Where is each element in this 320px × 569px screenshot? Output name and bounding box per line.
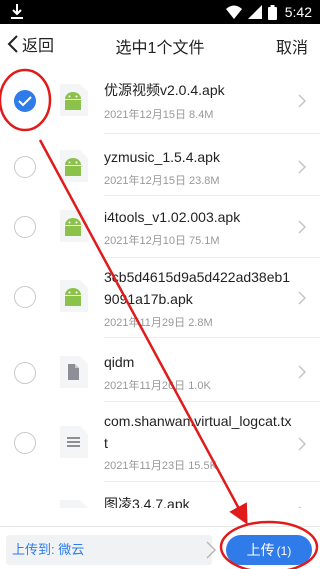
file-list: 优源视频v2.0.4.apk 2021年12月15日 8.4M yzmusic_… [0, 64, 320, 508]
file-size: 75.1M [189, 235, 220, 247]
list-item[interactable]: i4tools_v1.02.003.apk 2021年12月10日 75.1M [0, 196, 320, 258]
android-apk-icon [60, 210, 88, 242]
back-label: 返回 [22, 38, 55, 55]
android-apk-icon [60, 150, 88, 182]
file-size: 1.0K [188, 380, 211, 392]
file-date: 2021年11月29日 [104, 317, 186, 329]
file-date: 2021年12月15日 [104, 109, 186, 121]
checkbox-checked[interactable] [14, 90, 36, 112]
file-date: 2021年12月15日 [104, 175, 186, 187]
chevron-right-icon [206, 541, 217, 559]
file-name: com.shanwan.virtual_logcat.txt [104, 413, 292, 451]
wifi-icon [225, 5, 242, 19]
android-apk-icon [60, 500, 88, 508]
file-name: 优源视频v2.0.4.apk [104, 82, 225, 98]
status-time: 5:42 [284, 4, 312, 20]
battery-icon [267, 4, 277, 20]
document-icon [60, 356, 88, 388]
list-item[interactable]: 3cb5d4615d9a5d422ad38eb19091a17b.apk 202… [0, 258, 320, 338]
checkbox[interactable] [14, 432, 36, 454]
file-size: 15.5K [188, 460, 217, 472]
checkbox[interactable] [14, 156, 36, 178]
file-name: qidm [104, 354, 135, 370]
list-item[interactable]: qidm 2021年11月26日 1.0K [0, 338, 320, 402]
file-meta: 2021年12月15日 8.4M [104, 106, 213, 122]
file-date: 2021年11月26日 [104, 380, 186, 392]
text-file-icon [60, 426, 88, 458]
android-apk-icon [60, 84, 88, 116]
file-name: 3cb5d4615d9a5d422ad38eb19091a17b.apk [104, 269, 291, 307]
upload-label: 上传 [246, 542, 275, 558]
android-apk-icon [60, 280, 88, 312]
file-meta: 2021年12月10日 75.1M [104, 232, 220, 248]
chevron-right-icon [298, 220, 306, 234]
checkbox[interactable] [14, 286, 36, 308]
chevron-right-icon [298, 437, 306, 451]
file-name: yzmusic_1.5.4.apk [104, 149, 220, 165]
checkbox[interactable] [14, 216, 36, 238]
chevron-right-icon [298, 506, 302, 508]
chevron-right-icon [298, 365, 306, 379]
cancel-button[interactable]: 取消 [276, 34, 308, 58]
chevron-right-icon [298, 160, 306, 174]
list-item[interactable]: 优源视频v2.0.4.apk 2021年12月15日 8.4M [0, 64, 320, 134]
list-item[interactable]: yzmusic_1.5.4.apk 2021年12月15日 23.8M [0, 134, 320, 196]
file-date: 2021年11月23日 [104, 460, 186, 472]
file-name: 图凌3.4.7.apk [104, 496, 190, 508]
download-icon [11, 4, 23, 19]
chevron-right-icon [298, 94, 306, 108]
upload-button[interactable]: 上传 (1) [226, 535, 312, 565]
file-size: 2.8M [188, 317, 213, 329]
signal-icon [247, 5, 262, 19]
file-name: i4tools_v1.02.003.apk [104, 209, 241, 225]
file-meta: 2021年12月15日 23.8M [104, 172, 220, 188]
file-size: 23.8M [189, 175, 220, 187]
list-item[interactable]: com.shanwan.virtual_logcat.txt 2021年11月2… [0, 402, 320, 482]
header: 返回 选中1个文件 取消 [0, 24, 320, 64]
upload-destination[interactable]: 上传到: 微云 [6, 535, 212, 565]
check-icon [18, 96, 32, 107]
status-bar: 5:42 [0, 0, 320, 24]
list-item[interactable]: 图凌3.4.7.apk [0, 482, 320, 508]
chevron-left-icon [7, 35, 18, 53]
file-meta: 2021年11月26日 1.0K [104, 377, 211, 393]
file-size: 8.4M [189, 109, 214, 121]
file-date: 2021年12月10日 [104, 235, 186, 247]
file-meta: 2021年11月29日 2.8M [104, 314, 213, 330]
bottom-bar: 上传到: 微云 上传 (1) [0, 526, 320, 569]
upload-destination-folder: 微云 [58, 542, 85, 557]
checkbox[interactable] [14, 362, 36, 384]
upload-count: (1) [276, 544, 292, 558]
file-meta: 2021年11月23日 15.5K [104, 457, 217, 473]
back-button[interactable]: 返回 [6, 32, 54, 56]
chevron-right-icon [298, 291, 306, 305]
upload-destination-prefix: 上传到: [12, 542, 59, 557]
